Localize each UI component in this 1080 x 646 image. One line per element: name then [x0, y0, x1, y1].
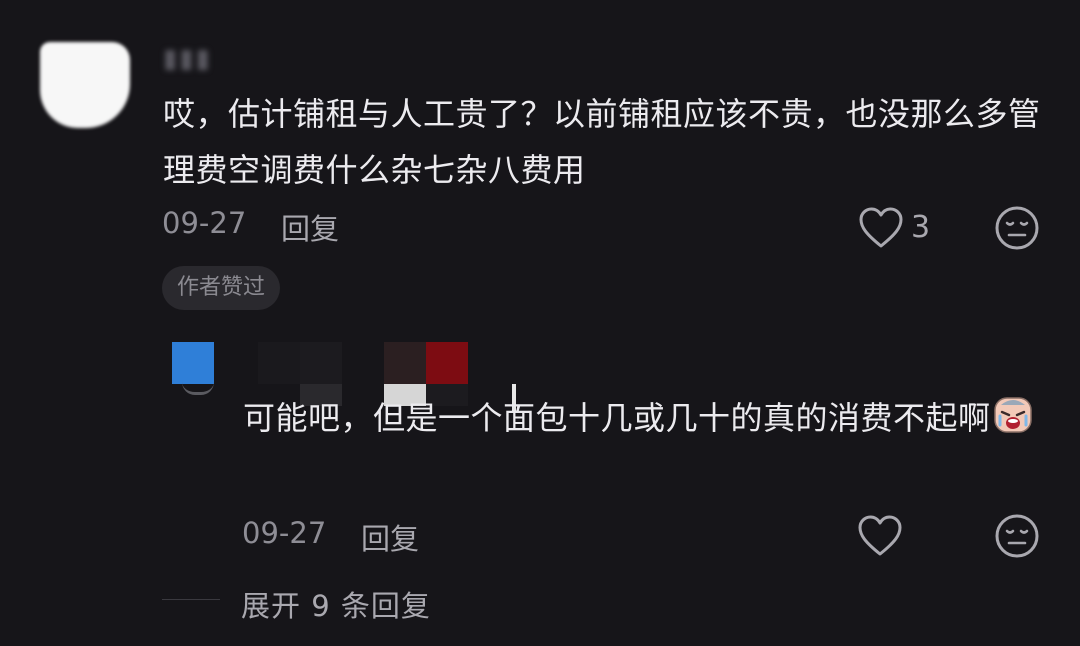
reply-reply-button[interactable]: 回复	[361, 516, 419, 558]
reply-dislike-button[interactable]	[994, 513, 1040, 559]
expand-divider	[162, 599, 220, 600]
replier-avatar[interactable]	[172, 342, 214, 395]
comment-dislike-button[interactable]	[994, 205, 1040, 251]
comment-like-button[interactable]	[858, 206, 904, 250]
expressionless-face-icon	[995, 514, 1039, 558]
commenter-avatar[interactable]	[40, 42, 130, 128]
comment-like-count: 3	[911, 210, 931, 245]
expressionless-face-icon	[995, 206, 1039, 250]
comment-reply-button[interactable]: 回复	[281, 206, 339, 248]
comment-date: 09-27	[162, 206, 247, 240]
reply-like-button[interactable]	[857, 514, 903, 558]
expand-replies-button[interactable]: 展开 9 条回复	[241, 583, 431, 625]
comment-text: 哎，估计铺租与人工贵了？以前铺租应该不贵，也没那么多管理费空调费什么杂七杂八费用	[163, 95, 1041, 189]
heart-outline-icon	[859, 207, 903, 248]
author-liked-badge: 作者赞过	[162, 266, 281, 310]
reply-text: 可能吧，但是一个面包十几或几十的真的消费不起啊	[243, 390, 1033, 446]
heart-outline-icon	[858, 515, 902, 556]
crying-face-emoji	[993, 395, 1033, 435]
reply-date: 09-27	[242, 516, 327, 550]
commenter-name-blurred: ▮▮▮	[163, 44, 212, 74]
